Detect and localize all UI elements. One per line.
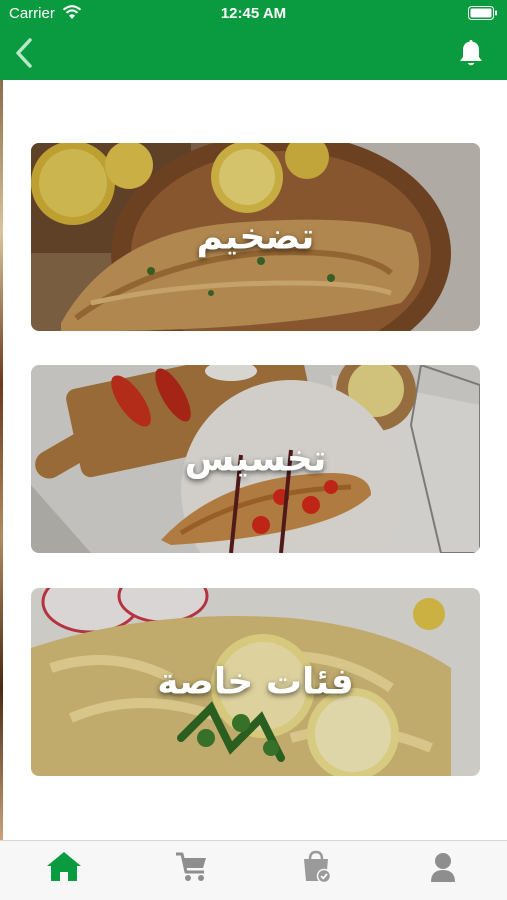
chevron-left-icon (16, 38, 32, 68)
tab-orders[interactable] (296, 847, 336, 887)
home-icon (47, 852, 81, 881)
profile-icon (431, 853, 455, 882)
battery-icon (468, 6, 498, 24)
category-label: تضخيم (196, 216, 315, 258)
notifications-button[interactable] (457, 38, 485, 68)
tab-cart[interactable] (172, 847, 212, 887)
back-button[interactable] (10, 36, 40, 70)
orders-bag-icon (304, 850, 332, 884)
app-header: Carrier 12:45 AM (0, 0, 507, 80)
status-bar: Carrier 12:45 AM (0, 0, 507, 26)
cart-icon (176, 852, 206, 881)
category-card-special[interactable]: فئات خاصة (31, 588, 480, 776)
status-time: 12:45 AM (220, 5, 287, 22)
tab-home[interactable] (44, 847, 84, 887)
tab-profile[interactable] (423, 847, 463, 887)
category-card-slimming[interactable]: تخسيس (31, 365, 480, 553)
bottom-tab-bar (0, 840, 507, 900)
category-label: تخسيس (184, 438, 327, 480)
category-card-bulking[interactable]: تضخيم (31, 143, 480, 331)
bell-icon (460, 40, 482, 66)
category-label: فئات خاصة (157, 661, 354, 703)
background-edge-strip (0, 80, 3, 840)
